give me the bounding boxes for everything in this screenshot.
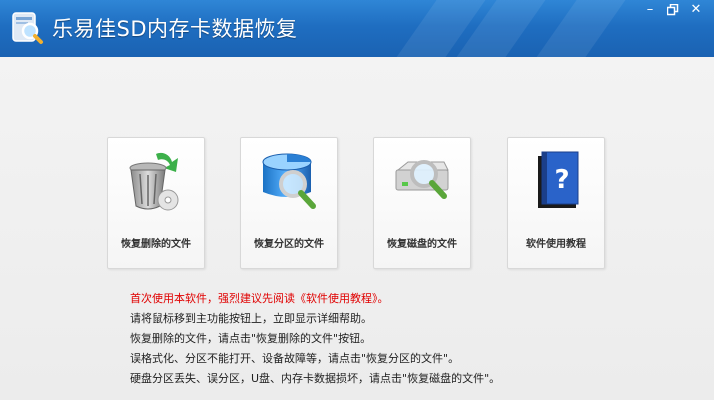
tip-line: 硬盘分区丢失、误分区，U盘、内存卡数据损坏，请点击"恢复磁盘的文件"。	[130, 372, 501, 385]
minimize-button[interactable]: –	[638, 0, 662, 20]
restore-button[interactable]	[661, 0, 685, 20]
svg-text:?: ?	[554, 165, 569, 195]
app-window: 乐易佳SD内存卡数据恢复 – ✕ 恢复删除的文件 恢复分区的文件 恢复磁盘的文件…	[0, 0, 714, 400]
card-label: 软件使用教程	[526, 239, 586, 250]
app-logo-icon	[12, 12, 43, 44]
close-button[interactable]: ✕	[684, 0, 708, 20]
restore-icon	[666, 3, 679, 16]
recover-deleted-files-button[interactable]: 恢复删除的文件	[107, 137, 205, 269]
disk-magnifier-icon	[395, 160, 449, 199]
title-bar-decoration	[523, 0, 637, 57]
partition-magnifier-icon	[262, 153, 316, 209]
card-label: 恢复磁盘的文件	[387, 239, 457, 250]
recover-disk-files-button[interactable]: 恢复磁盘的文件	[373, 137, 471, 269]
title-bar[interactable]: 乐易佳SD内存卡数据恢复 – ✕	[0, 0, 714, 57]
tip-line: 误格式化、分区不能打开、设备故障等，请点击"恢复分区的文件"。	[130, 352, 460, 365]
main-panel: 恢复删除的文件 恢复分区的文件 恢复磁盘的文件 ? 软件使用教程 首次使用本软件…	[0, 57, 714, 400]
app-title: 乐易佳SD内存卡数据恢复	[52, 17, 298, 41]
recover-partition-files-button[interactable]: 恢复分区的文件	[240, 137, 338, 269]
tip-line: 恢复删除的文件，请点击"恢复删除的文件"按钮。	[130, 332, 372, 345]
help-book-icon: ?	[538, 151, 579, 208]
card-label: 恢复分区的文件	[254, 239, 324, 250]
tutorial-warning: 首次使用本软件，强烈建议先阅读《软件使用教程》。	[130, 292, 389, 305]
card-label: 恢复删除的文件	[121, 239, 191, 250]
recycle-bin-icon	[129, 152, 179, 211]
tip-line: 请将鼠标移到主功能按钮上，立即显示详细帮助。	[130, 312, 372, 325]
software-tutorial-button[interactable]: ? 软件使用教程	[507, 137, 605, 269]
help-tips: 首次使用本软件，强烈建议先阅读《软件使用教程》。 请将鼠标移到主功能按钮上，立即…	[130, 289, 500, 389]
